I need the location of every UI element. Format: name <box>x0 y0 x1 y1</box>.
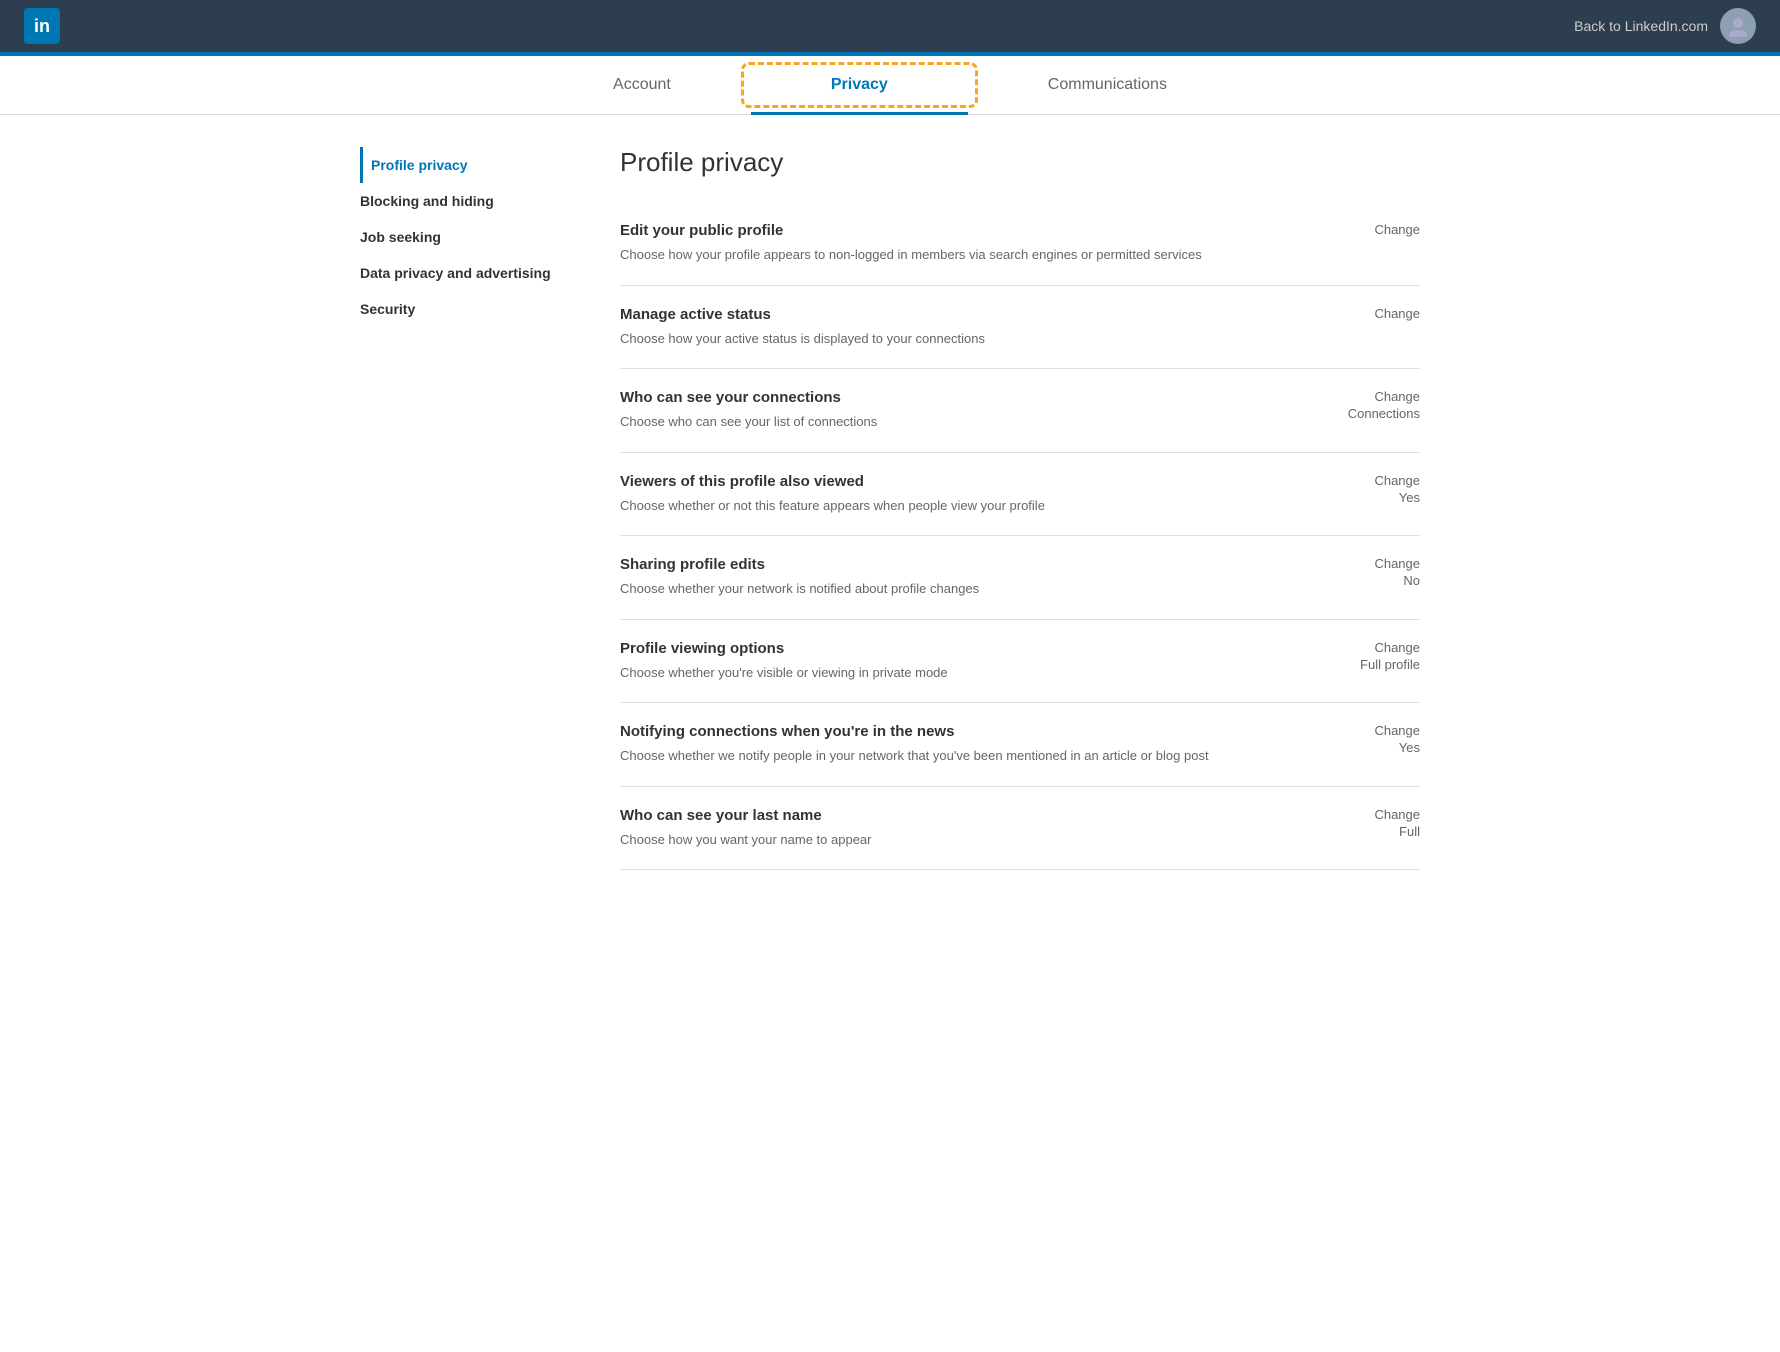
settings-row-viewers-also-viewed: Viewers of this profile also viewed Choo… <box>620 453 1420 537</box>
main-tabs: Account Privacy Communications <box>0 56 1780 115</box>
top-bar-right: Back to LinkedIn.com <box>1574 8 1756 44</box>
sidebar-item-blocking-hiding[interactable]: Blocking and hiding <box>360 183 580 219</box>
settings-action-manage-active-status[interactable]: Change <box>1300 306 1420 323</box>
page-content: Profile privacy Blocking and hiding Job … <box>340 115 1440 902</box>
back-to-linkedin-link[interactable]: Back to LinkedIn.com <box>1574 18 1708 34</box>
settings-action-who-can-see-last-name[interactable]: Change Full <box>1300 807 1420 839</box>
settings-action-viewers-also-viewed[interactable]: Change Yes <box>1300 473 1420 505</box>
settings-row-who-can-see-last-name: Who can see your last name Choose how yo… <box>620 787 1420 871</box>
settings-action-who-can-see-connections[interactable]: Change Connections <box>1300 389 1420 421</box>
main-content: Profile privacy Edit your public profile… <box>620 147 1420 870</box>
sidebar: Profile privacy Blocking and hiding Job … <box>360 147 580 870</box>
settings-title-notifying-connections-news: Notifying connections when you're in the… <box>620 723 1300 740</box>
sidebar-item-profile-privacy[interactable]: Profile privacy <box>360 147 580 183</box>
settings-desc-viewers-also-viewed: Choose whether or not this feature appea… <box>620 496 1300 516</box>
tab-account[interactable]: Account <box>533 56 751 114</box>
settings-row-notifying-connections-news: Notifying connections when you're in the… <box>620 703 1420 787</box>
top-bar: in Back to LinkedIn.com <box>0 0 1780 52</box>
settings-desc-sharing-profile-edits: Choose whether your network is notified … <box>620 579 1300 599</box>
settings-action-notifying-connections-news[interactable]: Change Yes <box>1300 723 1420 755</box>
avatar[interactable] <box>1720 8 1756 44</box>
settings-desc-who-can-see-connections: Choose who can see your list of connecti… <box>620 412 1300 432</box>
settings-title-manage-active-status: Manage active status <box>620 306 1300 323</box>
settings-action-edit-public-profile[interactable]: Change <box>1300 222 1420 239</box>
settings-row-sharing-profile-edits: Sharing profile edits Choose whether you… <box>620 536 1420 620</box>
settings-row-profile-viewing-options: Profile viewing options Choose whether y… <box>620 620 1420 704</box>
settings-desc-who-can-see-last-name: Choose how you want your name to appear <box>620 830 1300 850</box>
settings-row-manage-active-status: Manage active status Choose how your act… <box>620 286 1420 370</box>
settings-row-content: Edit your public profile Choose how your… <box>620 222 1300 265</box>
settings-title-viewers-also-viewed: Viewers of this profile also viewed <box>620 473 1300 490</box>
settings-title-who-can-see-last-name: Who can see your last name <box>620 807 1300 824</box>
settings-title-sharing-profile-edits: Sharing profile edits <box>620 556 1300 573</box>
settings-desc-notifying-connections-news: Choose whether we notify people in your … <box>620 746 1300 766</box>
settings-action-profile-viewing-options[interactable]: Change Full profile <box>1300 640 1420 672</box>
settings-row-who-can-see-connections: Who can see your connections Choose who … <box>620 369 1420 453</box>
page-title: Profile privacy <box>620 147 1420 178</box>
tab-communications[interactable]: Communications <box>968 56 1247 114</box>
settings-desc-edit-public-profile: Choose how your profile appears to non-l… <box>620 245 1300 265</box>
settings-desc-profile-viewing-options: Choose whether you're visible or viewing… <box>620 663 1300 683</box>
sidebar-item-data-privacy[interactable]: Data privacy and advertising <box>360 255 580 291</box>
settings-action-sharing-profile-edits[interactable]: Change No <box>1300 556 1420 588</box>
tab-privacy[interactable]: Privacy <box>751 56 968 114</box>
settings-desc-manage-active-status: Choose how your active status is display… <box>620 329 1300 349</box>
settings-title-profile-viewing-options: Profile viewing options <box>620 640 1300 657</box>
settings-row-edit-public-profile: Edit your public profile Choose how your… <box>620 202 1420 286</box>
settings-title-who-can-see-connections: Who can see your connections <box>620 389 1300 406</box>
settings-title-edit-public-profile: Edit your public profile <box>620 222 1300 239</box>
linkedin-logo[interactable]: in <box>24 8 60 44</box>
sidebar-item-job-seeking[interactable]: Job seeking <box>360 219 580 255</box>
sidebar-item-security[interactable]: Security <box>360 291 580 327</box>
